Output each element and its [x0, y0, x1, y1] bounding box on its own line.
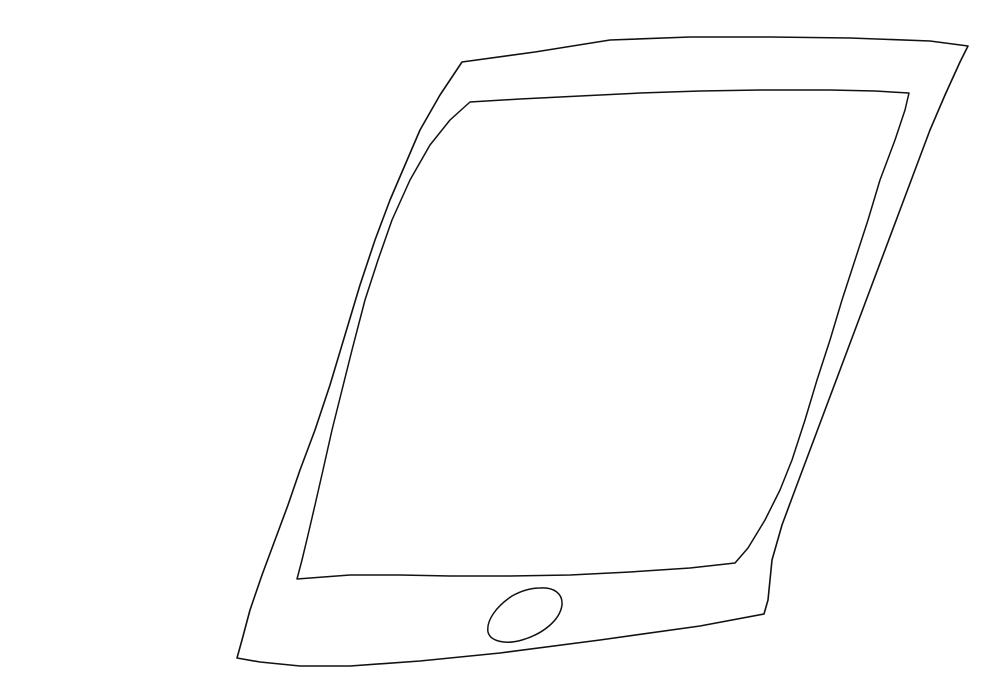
- sketch-background: [0, 0, 1000, 681]
- sketch-canvas: [0, 0, 1000, 681]
